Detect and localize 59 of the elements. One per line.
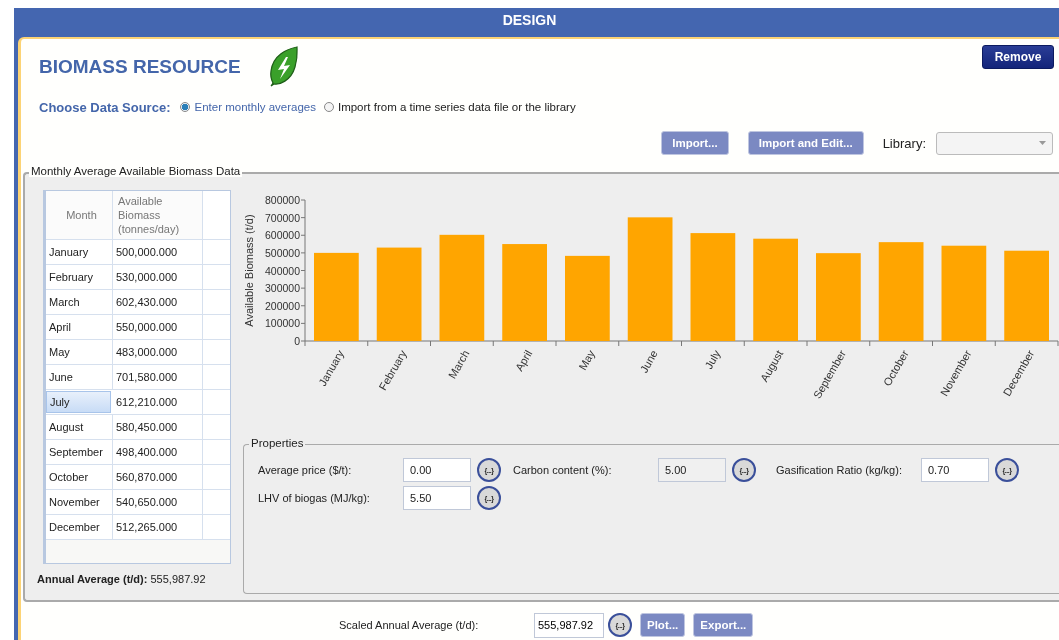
axis-tick-label: 100000 xyxy=(264,317,300,330)
table-cell[interactable]: 498,400.000 xyxy=(113,440,203,464)
table-cell[interactable]: 602,430.000 xyxy=(113,290,203,314)
axis-tick-label: 600000 xyxy=(264,229,300,242)
header-bar: DESIGN xyxy=(14,8,1059,32)
table-cell[interactable]: 701,580.000 xyxy=(113,365,203,389)
field-label: Gasification Ratio (kg/kg): xyxy=(776,464,903,476)
axis-tick-label: 400000 xyxy=(264,264,300,277)
input-field[interactable]: 5.50 xyxy=(403,486,471,510)
library-label: Library: xyxy=(882,135,926,151)
table-cell[interactable]: January xyxy=(46,240,113,264)
radio-button[interactable] xyxy=(180,102,191,112)
table-cell[interactable]: September xyxy=(46,440,113,464)
input-field[interactable]: 555,987.92 xyxy=(534,612,604,638)
table-cell[interactable]: 580,450.000 xyxy=(113,415,203,439)
axis-tick-label: 800000 xyxy=(264,194,300,206)
table-cell[interactable]: June xyxy=(46,365,113,389)
axis-tick-label: 200000 xyxy=(264,299,300,312)
input-field[interactable]: 0.70 xyxy=(921,458,989,482)
axis-tick-label: 500000 xyxy=(264,246,300,259)
field-label: LHV of biogas (MJ/kg): xyxy=(258,492,371,504)
remove-button[interactable]: Remove xyxy=(982,45,1054,69)
table-cell[interactable]: August xyxy=(46,415,113,439)
field-label: Carbon content (%): xyxy=(513,464,613,476)
table-cell[interactable]: May xyxy=(46,340,113,364)
table-cell[interactable]: 483,000.000 xyxy=(113,340,203,364)
table-cell[interactable]: December xyxy=(46,515,113,539)
table-cell[interactable]: 550,000.000 xyxy=(113,315,203,339)
axis-tick-label: 0 xyxy=(294,335,300,347)
group-title: Monthly Average Available Biomass Data xyxy=(29,165,243,177)
table-cell[interactable]: October xyxy=(46,465,113,489)
table-cell[interactable]: 612,210.000 xyxy=(113,390,203,414)
annual-average: Annual Average (t/d): 555,987.92 xyxy=(37,573,207,585)
table-cell[interactable]: 530,000.000 xyxy=(113,265,203,289)
column-header[interactable]: Month xyxy=(46,191,113,239)
page-title: BIOMASS RESOURCE xyxy=(39,56,241,78)
radio-label[interactable]: Enter monthly averages xyxy=(194,101,316,113)
table-cell[interactable]: 512,265.000 xyxy=(113,515,203,539)
radio-label[interactable]: Import from a time series data file or the library xyxy=(337,101,576,113)
table-cell[interactable]: 500,000.000 xyxy=(113,240,203,264)
table-cell[interactable]: 540,650.000 xyxy=(113,490,203,514)
table-cell[interactable]: April xyxy=(46,315,113,339)
group-title: Properties xyxy=(249,437,306,449)
library-dropdown[interactable] xyxy=(936,131,1053,155)
table-cell[interactable]: February xyxy=(46,265,113,289)
column-header[interactable]: Available Biomass (tonnes/day) xyxy=(113,191,203,239)
table-cell[interactable]: March xyxy=(46,290,113,314)
table-cell[interactable]: July xyxy=(46,391,111,413)
axis-title: Available Biomass (t/d) xyxy=(243,214,255,327)
caret-icon xyxy=(1039,141,1046,145)
radio-button[interactable] xyxy=(323,102,334,112)
axis-tick-label: 300000 xyxy=(264,282,300,295)
table-cell[interactable]: 560,870.000 xyxy=(113,465,203,489)
field-label: Average price ($/t): xyxy=(258,464,353,476)
field-label: Scaled Annual Average (t/d): xyxy=(339,619,480,631)
input-field[interactable]: 0.00 xyxy=(403,458,471,482)
table-cell[interactable]: November xyxy=(46,490,113,514)
data-source-label: Choose Data Source: xyxy=(39,99,171,115)
axis-tick-label: 700000 xyxy=(264,211,300,224)
